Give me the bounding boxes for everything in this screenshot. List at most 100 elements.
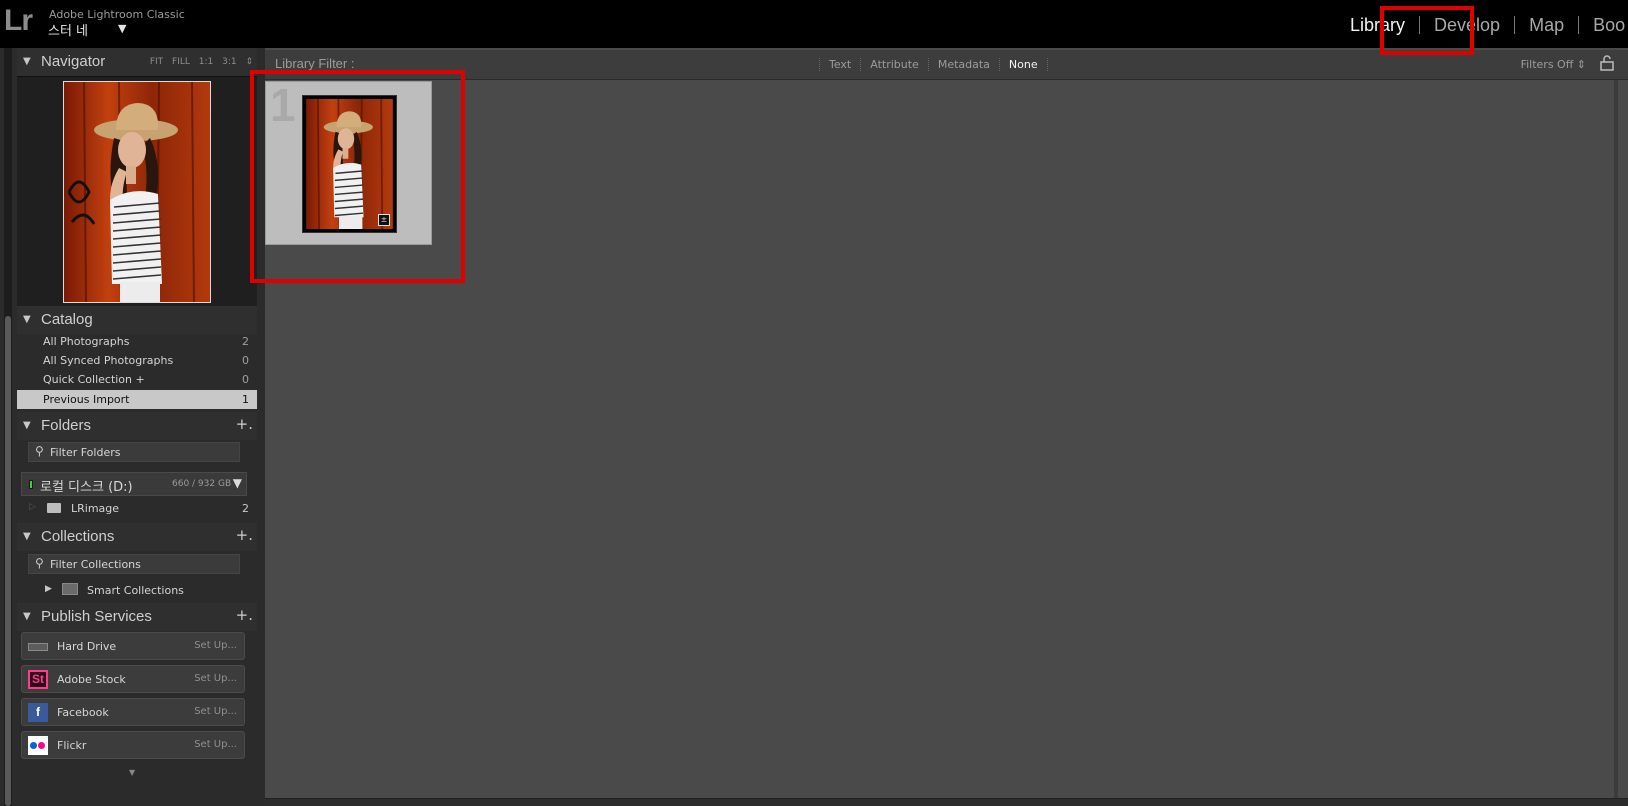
- collapse-triangle-icon[interactable]: ▼: [23, 314, 31, 325]
- module-book[interactable]: Boo: [1593, 15, 1625, 36]
- volume-row[interactable]: 로컬 디스크 (D:) 660 / 932 GB ▼: [21, 472, 247, 496]
- expand-triangle-icon[interactable]: ▶: [45, 584, 52, 594]
- volume-size: 660 / 932 GB: [172, 479, 232, 489]
- catalog-item-label: Previous Import: [43, 393, 130, 406]
- expand-triangle-icon[interactable]: ▷: [29, 502, 36, 512]
- develop-adjustment-badge-icon[interactable]: ±: [378, 214, 390, 226]
- navigator-zoom-options[interactable]: FIT FILL 1:1 3:1 ⇕: [150, 57, 253, 67]
- catalog-item-count: 0: [242, 373, 249, 386]
- filter-option-none[interactable]: None: [1000, 58, 1048, 71]
- collection-item-smart-collections[interactable]: ▶ Smart Collections: [17, 581, 257, 599]
- left-panel-scroll-thumb[interactable]: [5, 316, 11, 806]
- filter-presets-dropdown[interactable]: Filters Off ⇕: [1521, 58, 1586, 71]
- adobe-stock-icon: St: [28, 670, 48, 689]
- panel-scroll-down-icon[interactable]: ▼: [129, 768, 135, 777]
- catalog-item-count: 2: [242, 335, 249, 348]
- collapse-triangle-icon[interactable]: ▼: [23, 531, 31, 542]
- flickr-blue-dot: [30, 742, 37, 749]
- catalog-title: Catalog: [41, 311, 93, 328]
- navigator-title: Navigator: [41, 53, 106, 70]
- volume-status-icon: [29, 480, 33, 489]
- add-collection-icon[interactable]: +.: [236, 526, 253, 544]
- module-separator: [1514, 16, 1516, 35]
- module-map[interactable]: Map: [1529, 15, 1564, 36]
- publish-services-header[interactable]: ▼ Publish Services +.: [17, 603, 257, 631]
- search-icon: ⚲: [35, 444, 44, 458]
- smart-collection-set-icon: [62, 583, 78, 595]
- folder-icon: [47, 503, 61, 513]
- publish-service-label: Adobe Stock: [57, 673, 126, 686]
- folder-label: LRimage: [71, 502, 120, 515]
- identity-dropdown-icon[interactable]: ▼: [118, 22, 126, 35]
- library-filter-bar: Library Filter : Text Attribute Metadata No…: [265, 50, 1628, 80]
- library-filter-label: Library Filter :: [275, 56, 355, 71]
- catalog-item-all-photographs[interactable]: All Photographs 2: [17, 332, 257, 351]
- grid-scrollbar[interactable]: [1614, 80, 1618, 798]
- filter-folders-input[interactable]: ⚲ Filter Folders: [28, 442, 240, 462]
- setup-button[interactable]: Set Up...: [194, 640, 237, 651]
- folder-count: 2: [242, 502, 249, 515]
- top-bar: Lr Adobe Lightroom Classic 스터 네 ▼ Librar…: [0, 0, 1628, 48]
- search-icon: ⚲: [35, 556, 44, 570]
- main-area: Library Filter : Text Attribute Metadata No…: [265, 48, 1628, 806]
- filter-collections-input[interactable]: ⚲ Filter Collections: [28, 554, 240, 574]
- filter-collections-placeholder: Filter Collections: [50, 558, 141, 571]
- collection-label: Smart Collections: [87, 584, 184, 597]
- cell-index: 1: [270, 79, 296, 131]
- hard-drive-icon: [28, 643, 48, 651]
- folder-item-lrimage[interactable]: ▷ LRimage 2: [17, 499, 257, 517]
- publish-service-adobe-stock[interactable]: St Adobe Stock Set Up...: [21, 665, 245, 693]
- filter-folders-placeholder: Filter Folders: [50, 446, 121, 459]
- add-publish-service-icon[interactable]: +.: [236, 606, 253, 624]
- collections-title: Collections: [41, 528, 115, 545]
- publish-service-label: Hard Drive: [57, 640, 117, 653]
- catalog-item-all-synced-photographs[interactable]: All Synced Photographs 0: [17, 351, 257, 370]
- catalog-header[interactable]: ▼ Catalog: [17, 306, 257, 334]
- collapse-triangle-icon[interactable]: ▼: [23, 56, 31, 67]
- catalog-item-quick-collection[interactable]: Quick Collection + 0: [17, 370, 257, 389]
- module-library[interactable]: Library: [1350, 15, 1405, 36]
- left-panel: ▼ Navigator FIT FILL 1:1 3:1 ⇕ ▼ Catalog…: [0, 48, 265, 806]
- filmstrip-edge: [265, 798, 1628, 806]
- collections-header[interactable]: ▼ Collections +.: [17, 523, 257, 551]
- publish-service-facebook[interactable]: f Facebook Set Up...: [21, 698, 245, 726]
- setup-button[interactable]: Set Up...: [194, 706, 237, 717]
- navigator-header[interactable]: ▼ Navigator FIT FILL 1:1 3:1 ⇕: [17, 48, 257, 76]
- left-panel-content: ▼ Navigator FIT FILL 1:1 3:1 ⇕ ▼ Catalog…: [17, 48, 257, 806]
- filter-option-metadata[interactable]: Metadata: [929, 58, 1000, 71]
- collapse-triangle-icon[interactable]: ▼: [23, 611, 31, 622]
- flickr-icon: [28, 736, 48, 755]
- facebook-icon: f: [28, 703, 48, 722]
- identity-plate[interactable]: 스터 네: [48, 20, 88, 39]
- catalog-item-count: 1: [242, 393, 249, 406]
- navigator-photo[interactable]: [63, 81, 211, 303]
- lock-icon[interactable]: [1600, 55, 1614, 71]
- add-folder-icon[interactable]: +.: [236, 415, 253, 433]
- catalog-item-label: All Synced Photographs: [43, 354, 174, 367]
- publish-services-title: Publish Services: [41, 608, 152, 625]
- flickr-pink-dot: [38, 742, 45, 749]
- module-develop[interactable]: Develop: [1434, 15, 1500, 36]
- grid-view[interactable]: 1 ±: [265, 79, 1628, 806]
- catalog-item-previous-import[interactable]: Previous Import 1: [17, 390, 257, 409]
- catalog-item-count: 0: [242, 354, 249, 367]
- publish-service-label: Flickr: [57, 739, 87, 752]
- module-picker: Library Develop Map Boo: [1350, 14, 1625, 36]
- volume-expand-icon[interactable]: ▼: [233, 476, 242, 490]
- collapse-triangle-icon[interactable]: ▼: [23, 420, 31, 431]
- photo-thumbnail[interactable]: ±: [302, 95, 397, 233]
- lightroom-logo: Lr: [4, 4, 33, 37]
- setup-button[interactable]: Set Up...: [194, 739, 237, 750]
- folders-header[interactable]: ▼ Folders +.: [17, 412, 257, 440]
- grid-cell[interactable]: 1 ±: [265, 79, 432, 245]
- filter-option-attribute[interactable]: Attribute: [861, 58, 929, 71]
- publish-service-hard-drive[interactable]: Hard Drive Set Up...: [21, 632, 245, 660]
- publish-service-label: Facebook: [57, 706, 109, 719]
- filter-option-text[interactable]: Text: [819, 58, 862, 71]
- folders-title: Folders: [41, 417, 92, 434]
- catalog-item-label: Quick Collection +: [43, 373, 145, 386]
- setup-button[interactable]: Set Up...: [194, 673, 237, 684]
- library-filter-options: Text Attribute Metadata None: [819, 58, 1048, 71]
- module-separator: [1419, 16, 1421, 35]
- publish-service-flickr[interactable]: Flickr Set Up...: [21, 731, 245, 759]
